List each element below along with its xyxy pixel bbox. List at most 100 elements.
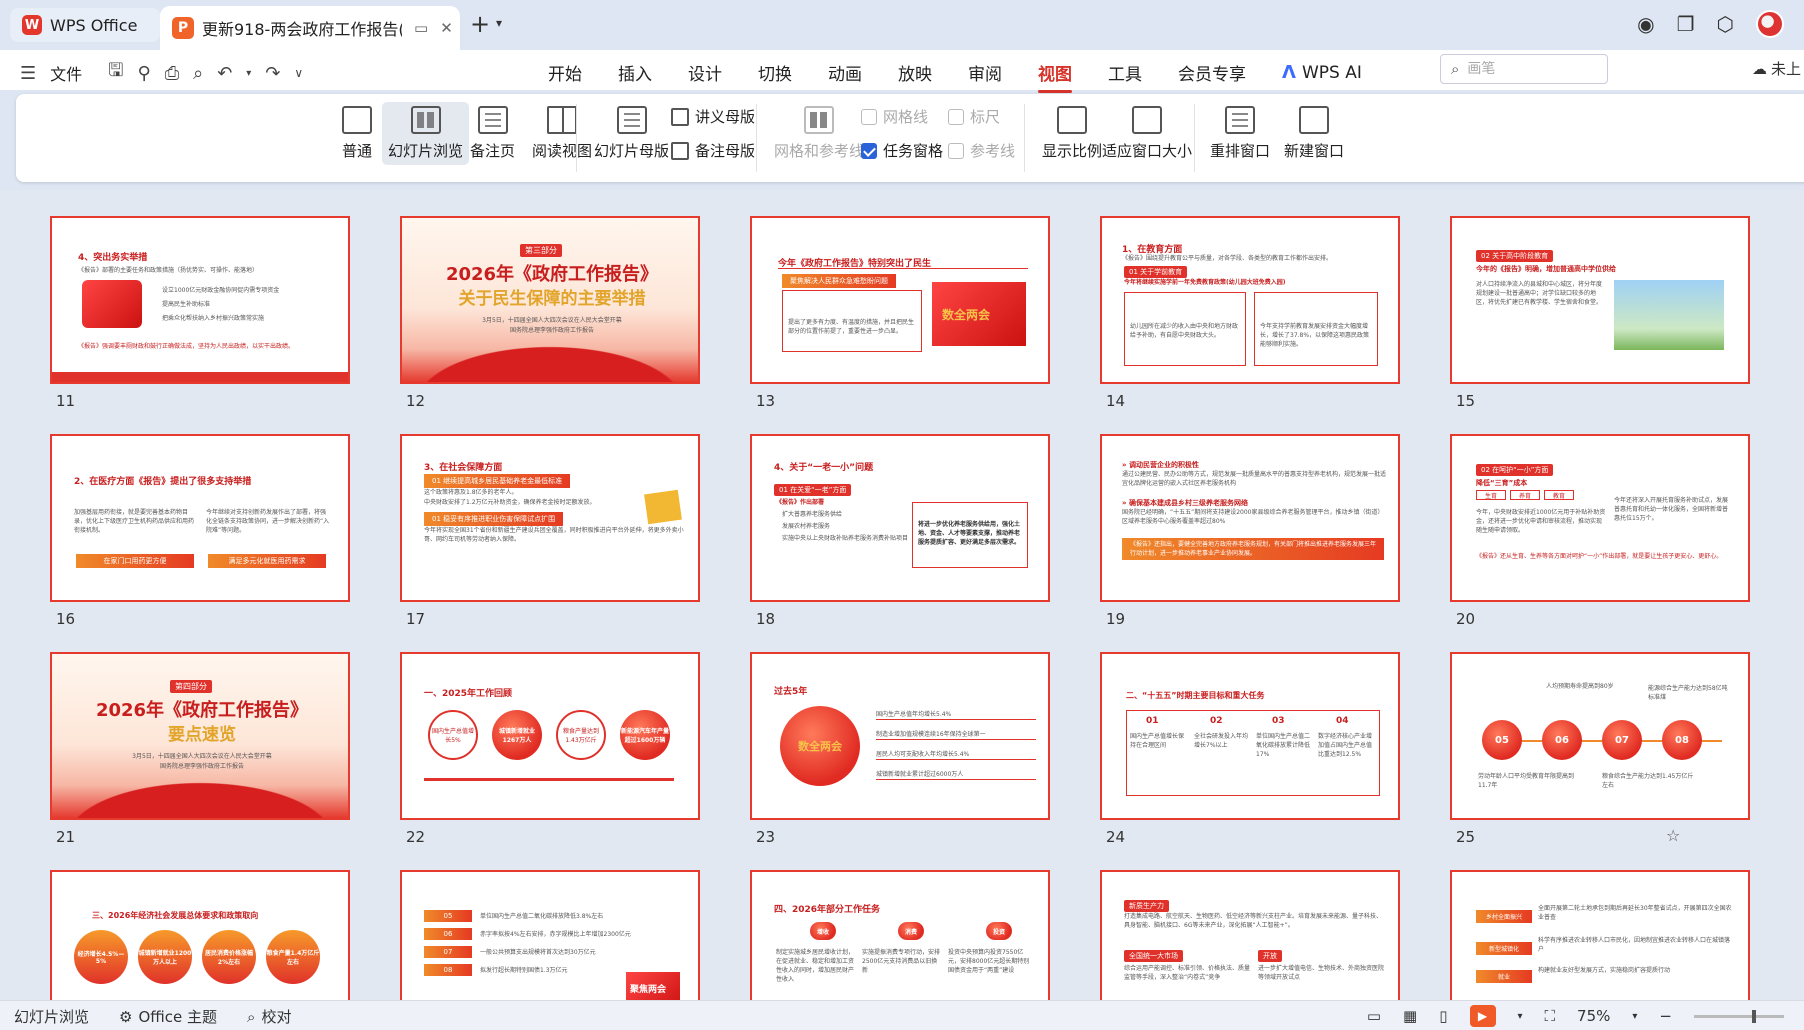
slide-thumbnail-17[interactable]: 3、在社会保障方面 01 继续提高城乡居民基础养老金最低标准 这个政策将惠及1.… bbox=[400, 434, 700, 602]
tab-home[interactable]: 开始 bbox=[530, 56, 600, 89]
save-icon[interactable]: 🖫 bbox=[108, 58, 123, 88]
slide-thumbnail-16[interactable]: 2、在医疗方面《报告》提出了很多支持举措 加强基层用药衔接，就是要完善基本药物目… bbox=[50, 434, 350, 602]
slide-thumbnail-25[interactable]: 人均预期寿命提高到80岁 能源综合生产能力达到58亿吨标准煤 05 06 07 … bbox=[1450, 652, 1750, 820]
slide-number: 13 bbox=[756, 392, 776, 410]
close-icon[interactable]: ✕ bbox=[440, 19, 453, 37]
slide-thumbnail-18[interactable]: 4、关于“一老一小”问题 01 在关爱“一老”方面 《报告》作出部署 扩大普惠养… bbox=[750, 434, 1050, 602]
slide-sorter-status-icon[interactable]: ▦ bbox=[1403, 1007, 1417, 1025]
slide-thumbnail-11[interactable]: 4、突出务实举措 《报告》部署的主要任务和政策措施（扬优势实、可操作、能落地） … bbox=[50, 216, 350, 384]
slide-thumbnail-12[interactable]: 第三部分 2026年《政府工作报告》 关于民生保障的主要举措 3月5日，十四届全… bbox=[400, 216, 700, 384]
normal-view-status-icon[interactable]: ▭ bbox=[1367, 1007, 1381, 1025]
slide-thumbnail-15[interactable]: 02 关于高中阶段教育 今年的《报告》明确，增加普通高中学位供给 对人口持续净流… bbox=[1450, 216, 1750, 384]
slide-thumbnail-29[interactable]: 新质生产力 打造集成电路、航空航天、生物医药、低空经济等新兴支柱产业。培育发展未… bbox=[1100, 870, 1400, 1000]
slide-row-number: 05 bbox=[424, 910, 472, 922]
zoom-out-icon[interactable]: − bbox=[1659, 1007, 1672, 1025]
slide-col-number: 02 bbox=[1210, 716, 1223, 726]
slide-heading: » 确保基本建成县乡村三级养老服务网络 bbox=[1122, 499, 1248, 507]
tab-transitions[interactable]: 切换 bbox=[740, 56, 810, 89]
guides-check[interactable] bbox=[948, 142, 964, 159]
search-input[interactable] bbox=[1467, 61, 1588, 77]
slide-thumbnail-27[interactable]: 05 单位国内生产总值二氧化碳排放降低3.8%左右 06 赤字率拟按4%左右安排… bbox=[400, 870, 700, 1000]
task-pane-check[interactable] bbox=[861, 142, 877, 159]
notes-master-button[interactable]: 备注母版 bbox=[671, 140, 755, 161]
slide-pill: 01 关于学前教育 bbox=[1124, 266, 1188, 278]
play-slideshow-button[interactable]: ▶ bbox=[1469, 1005, 1496, 1027]
slide-thumbnail-20[interactable]: 02 在呵护“一小”方面 降低“三育”成本 生育 养育 教育 今年，中央财政安排… bbox=[1450, 434, 1750, 602]
zoom-level[interactable]: 75% bbox=[1577, 1007, 1610, 1025]
normal-view-button[interactable]: 普通 bbox=[336, 102, 378, 165]
window-icon[interactable]: ❐ bbox=[1677, 12, 1695, 36]
gridlines-check[interactable] bbox=[861, 108, 877, 125]
copilot-icon[interactable]: ◉ bbox=[1637, 12, 1654, 36]
slide-thumbnail-28[interactable]: 四、2026年部分工作任务 增收 消费 投资 制定实施城乡居民增收计划，在促进就… bbox=[750, 870, 1050, 1000]
tab-review[interactable]: 审阅 bbox=[950, 56, 1020, 89]
undo-icon[interactable]: ↶ bbox=[217, 63, 232, 84]
slide-thumbnail-14[interactable]: 1、在教育方面 《报告》围绕提升教育公平与质量，对各学段、各类型的教育工作都作出… bbox=[1100, 216, 1400, 384]
star-icon[interactable]: ☆ bbox=[1666, 826, 1680, 845]
print-preview-icon[interactable]: ⌕ bbox=[193, 63, 203, 84]
tab-view[interactable]: 视图 bbox=[1020, 56, 1090, 93]
search-box[interactable]: ⌕ bbox=[1440, 54, 1608, 84]
task-pane-checkbox[interactable]: 任务窗格 bbox=[861, 140, 943, 161]
ruler-checkbox[interactable]: 标尺 bbox=[948, 106, 1000, 127]
reading-view-status-icon[interactable]: ▯ bbox=[1439, 1007, 1447, 1025]
slide-browse-button[interactable]: 幻灯片浏览 bbox=[382, 102, 470, 165]
slide-thumbnail-30[interactable]: 乡村全面振兴 全面开展第二轮土地承包到期后再延长30年整省试点，开展第四次全国农… bbox=[1450, 870, 1750, 1000]
tab-animations[interactable]: 动画 bbox=[810, 56, 880, 89]
arrange-windows-button[interactable]: 重排窗口 bbox=[1204, 102, 1276, 165]
slide-sorter-canvas[interactable]: 4、突出务实举措 《报告》部署的主要任务和政策措施（扬优势实、可操作、能落地） … bbox=[0, 190, 1804, 1000]
ruler-check[interactable] bbox=[948, 108, 964, 125]
proofread-status[interactable]: ⌕ 校对 bbox=[247, 1006, 291, 1027]
guides-checkbox[interactable]: 参考线 bbox=[948, 140, 1015, 161]
tab-wps-ai[interactable]: ᐱ WPS AI bbox=[1264, 56, 1380, 89]
slide-browse-status[interactable]: 幻灯片浏览 bbox=[14, 1006, 89, 1027]
tab-design[interactable]: 设计 bbox=[670, 56, 740, 89]
slide-thumbnail-13[interactable]: 今年《政府工作报告》特别突出了民生 聚焦解决人民群众急难愁盼问题 提出了更多有力… bbox=[750, 216, 1050, 384]
new-window-button[interactable]: 新建窗口 bbox=[1278, 102, 1350, 165]
play-dropdown-icon[interactable]: ▾ bbox=[1518, 1011, 1523, 1022]
zoom-slider[interactable] bbox=[1694, 1009, 1784, 1023]
slide-hex: 经济增长4.5%—5% bbox=[74, 930, 128, 984]
chevron-down-icon[interactable]: ▾ bbox=[496, 16, 502, 30]
format-painter-icon[interactable]: ⚲ bbox=[138, 63, 151, 84]
document-tab[interactable]: P 更新918-两会政府工作报告( ▭ ✕ bbox=[160, 6, 460, 50]
gridlines-checkbox[interactable]: 网格线 bbox=[861, 106, 928, 127]
slide-title: 2026年《政府工作报告》 bbox=[445, 264, 659, 285]
cube-icon[interactable]: ⬡ bbox=[1717, 12, 1734, 36]
slide-text: 发展农村养老服务 bbox=[782, 523, 831, 530]
file-menu[interactable]: 文件 bbox=[50, 61, 82, 85]
cloud-status[interactable]: ☁ 未上 bbox=[1752, 58, 1801, 79]
task-pane-label: 任务窗格 bbox=[883, 142, 944, 160]
zoom-dropdown-icon[interactable]: ▾ bbox=[1632, 1011, 1637, 1022]
new-tab-button[interactable]: + bbox=[470, 10, 490, 38]
slide-emblem: 数全两会 bbox=[780, 706, 860, 786]
wps-logo-icon: W bbox=[22, 15, 42, 35]
slide-thumbnail-22[interactable]: 一、2025年工作回顾 国内生产总值增长5% 城镇新增就业1267万人 粮食产量… bbox=[400, 652, 700, 820]
grid-guides-button[interactable]: 网格和参考线 bbox=[768, 102, 870, 165]
redo-icon[interactable]: ↷ bbox=[265, 63, 280, 84]
undo-dropdown-icon[interactable]: ▾ bbox=[246, 68, 251, 79]
slide-step-circle: 06 bbox=[1542, 720, 1582, 760]
theme-status[interactable]: ⚙ Office 主题 bbox=[119, 1006, 217, 1027]
avatar[interactable] bbox=[1756, 10, 1784, 38]
print-icon[interactable]: ⎙ bbox=[165, 63, 179, 84]
slide-title: 二、“十五五”时期主要目标和重大任务 bbox=[1126, 691, 1265, 700]
slide-thumbnail-24[interactable]: 二、“十五五”时期主要目标和重大任务 01 国内生产总值增长保持在合理区间 02… bbox=[1100, 652, 1400, 820]
notes-page-button[interactable]: 备注页 bbox=[464, 102, 521, 165]
slide-master-button[interactable]: 幻灯片母版 bbox=[588, 102, 675, 165]
tab-tools[interactable]: 工具 bbox=[1090, 56, 1160, 89]
handout-master-button[interactable]: 讲义母版 bbox=[671, 106, 755, 127]
hamburger-icon[interactable]: ☰ bbox=[20, 63, 36, 84]
slide-thumbnail-26[interactable]: 三、2026年经济社会发展总体要求和政策取向 经济增长4.5%—5% 城镇新增就… bbox=[50, 870, 350, 1000]
tab-insert[interactable]: 插入 bbox=[600, 56, 670, 89]
slide-thumbnail-21[interactable]: 第四部分 2026年《政府工作报告》 要点速览 3月5日，十四届全国人大四次会议… bbox=[50, 652, 350, 820]
tab-member[interactable]: 会员专享 bbox=[1160, 56, 1264, 89]
monitor-icon[interactable]: ▭ bbox=[414, 19, 428, 37]
tab-slideshow[interactable]: 放映 bbox=[880, 56, 950, 89]
fit-page-icon[interactable]: ⛶ bbox=[1545, 1007, 1556, 1025]
more-chevron-icon[interactable]: ∨ bbox=[294, 66, 303, 80]
home-tab[interactable]: W WPS Office bbox=[10, 8, 160, 42]
slide-thumbnail-19[interactable]: » 调动民营企业的积极性 通过公建民营、民办公助等方式，规范发展一批质量高水平的… bbox=[1100, 434, 1400, 602]
slide-thumbnail-23[interactable]: 过去5年 数全两会 国内生产总值年均增长5.4% 制造业增加值规模连续16年保持… bbox=[750, 652, 1050, 820]
fit-window-button[interactable]: 适应窗口大小 bbox=[1096, 102, 1198, 165]
